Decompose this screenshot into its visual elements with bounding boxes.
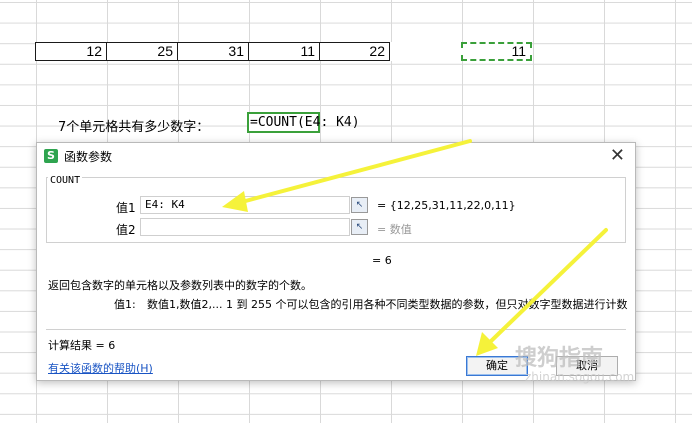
formula-text: =COUNT(E4: K4) [250, 115, 360, 130]
cell-g4[interactable]: 31 [177, 42, 248, 61]
function-name: COUNT [48, 175, 83, 186]
range-select-icon[interactable]: ↖ [351, 219, 368, 235]
parameter-name: 值1: [114, 298, 136, 311]
cell-f4[interactable]: 25 [106, 42, 177, 61]
cell-i4[interactable]: 22 [319, 42, 390, 61]
arg2-label: 值2 [116, 223, 136, 237]
dialog-titlebar[interactable]: S 函数参数 ✕ [37, 143, 635, 169]
watermark-url: zhinan.sogou.com [525, 370, 635, 384]
function-description: 返回包含数字的单元格以及参数列表中的数字的个数。 [48, 279, 312, 292]
help-link[interactable]: 有关该函数的帮助(H) [48, 360, 153, 376]
cell-j4[interactable] [390, 42, 461, 61]
arg1-label: 值1 [116, 201, 136, 215]
watermark-logo: 搜狗指南 [515, 346, 604, 371]
divider [46, 329, 626, 330]
calc-result: 计算结果 = 6 [48, 339, 116, 352]
arg2-input[interactable] [140, 218, 350, 236]
arg1-result: = {12,25,31,11,22,0,11} [377, 199, 516, 212]
close-icon[interactable]: ✕ [610, 145, 625, 166]
question-text: 7个单元格共有多少数字： [58, 120, 210, 135]
cell-h4[interactable]: 11 [248, 42, 319, 61]
cell-k4[interactable]: 11 [461, 42, 532, 61]
function-total: = 6 [372, 254, 392, 267]
dialog-title: 函数参数 [64, 150, 113, 164]
cell-e4[interactable]: 12 [35, 42, 106, 61]
app-icon: S [44, 149, 58, 163]
arg2-result: = 数值 [377, 223, 412, 236]
parameter-text: 数值1,数值2,... 1 到 255 个可以包含的引用各种不同类型数据的参数，… [147, 298, 628, 311]
parameter-description: 值1: 数值1,数值2,... 1 到 255 个可以包含的引用各种不同类型数据的… [114, 298, 634, 312]
arg1-input[interactable]: E4: K4 [140, 196, 350, 214]
data-row: 12 25 31 11 22 11 [35, 42, 532, 61]
range-select-icon[interactable]: ↖ [351, 197, 368, 213]
